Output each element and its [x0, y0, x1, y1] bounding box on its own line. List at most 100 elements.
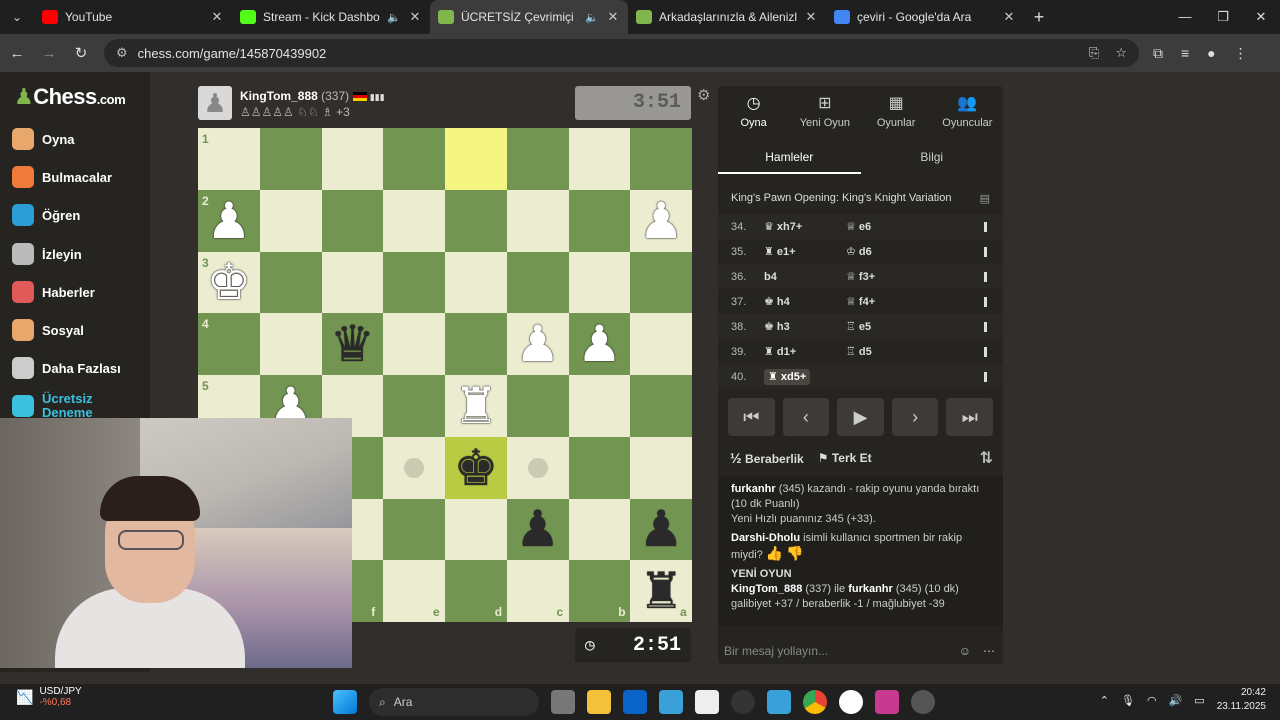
tab-moves[interactable]: Hamleler — [718, 144, 861, 174]
white-pawn[interactable]: ♟ — [198, 190, 260, 252]
board-square[interactable] — [445, 128, 507, 190]
board-square[interactable] — [630, 436, 692, 499]
bookmark-star-icon[interactable]: ☆ — [1115, 45, 1127, 61]
resign-button[interactable]: ⚑ Terk Et — [818, 451, 872, 465]
board-square[interactable] — [630, 375, 692, 437]
microphone-icon[interactable]: 🎙 — [1121, 694, 1135, 707]
tab-audio-icon[interactable]: 🔈 — [387, 11, 401, 24]
chess-logo[interactable]: ♟Chess.com — [14, 84, 126, 110]
white-move[interactable]: ♚ h4 — [764, 295, 846, 308]
board-square[interactable] — [630, 128, 692, 190]
settings-icon[interactable] — [911, 690, 935, 714]
board-square[interactable] — [445, 251, 507, 314]
install-app-icon[interactable]: ⎘ — [1089, 45, 1099, 61]
sidebar-item[interactable]: Daha Fazlası — [12, 357, 121, 379]
black-move[interactable]: ♕ f3+ — [846, 270, 928, 283]
board-square[interactable] — [259, 313, 322, 375]
board-square[interactable] — [383, 498, 445, 561]
volume-icon[interactable]: 🔊 — [1169, 694, 1183, 707]
browser-tab[interactable]: çeviri - Google'da Ara ✕ — [826, 0, 1024, 34]
taskbar-search[interactable]: ⌕ Ara — [369, 688, 539, 716]
black-pawn[interactable]: ♟ — [507, 499, 569, 561]
white-move[interactable]: ♛ xh7+ — [764, 220, 846, 233]
white-move[interactable]: b4 — [764, 271, 846, 283]
extensions-icon[interactable]: ⧉ — [1153, 45, 1163, 62]
panel-tab[interactable]: ⊞ Yeni Oyun — [789, 86, 860, 136]
sidebar-item[interactable]: Haberler — [12, 281, 95, 303]
browser-menu-icon[interactable]: ⋮ — [1234, 45, 1248, 62]
panel-tab[interactable]: 👥 Oyuncular — [932, 86, 1003, 136]
battery-icon[interactable]: ▭ — [1194, 694, 1204, 707]
outlook-icon[interactable] — [623, 690, 647, 714]
board-square[interactable] — [259, 189, 322, 252]
tab-audio-icon[interactable]: 🔈 — [585, 11, 599, 24]
url-omnibox[interactable]: ⚙ chess.com/game/145870439902 ⎘ ☆ — [104, 39, 1139, 67]
site-info-icon[interactable]: ⚙ — [116, 45, 128, 61]
board-square[interactable] — [383, 313, 445, 375]
prev-move-button[interactable]: ‹ — [782, 398, 830, 436]
sidebar-item[interactable]: Ücretsiz Deneme — [12, 392, 112, 420]
board-square[interactable] — [259, 128, 322, 190]
browser-tab[interactable]: Arkadaşlarınızla & Ailenizle Ücr ✕ — [628, 0, 826, 34]
board-square[interactable] — [568, 436, 631, 499]
chat-more-icon[interactable]: ⋯ — [983, 644, 995, 658]
media-control-icon[interactable]: ≡ — [1181, 45, 1189, 62]
tab-close-icon[interactable]: ✕ — [606, 9, 620, 25]
browser-tab[interactable]: Stream - Kick Dashboard 🔈 ✕ — [232, 0, 430, 34]
stock-widget[interactable]: 📉 USD/JPY -%0,68 — [16, 686, 82, 708]
sidebar-item[interactable]: Öğren — [12, 204, 80, 226]
sidebar-item[interactable]: Sosyal — [12, 319, 84, 341]
notepad-icon[interactable] — [695, 690, 719, 714]
board-square[interactable] — [321, 251, 384, 314]
tab-info[interactable]: Bilgi — [861, 144, 1004, 174]
board-square[interactable] — [445, 189, 507, 252]
new-tab-button[interactable]: + — [1024, 7, 1054, 28]
board-square[interactable] — [383, 251, 445, 314]
board-square[interactable] — [445, 313, 507, 375]
white-move[interactable]: ♜ xd5+ — [764, 369, 846, 385]
black-move[interactable]: ♔ d6 — [846, 245, 928, 258]
board-square[interactable] — [383, 375, 445, 437]
thumbs-down-icon[interactable]: 👎 — [786, 545, 803, 561]
black-move[interactable]: ♕ f4+ — [846, 295, 928, 308]
board-square[interactable] — [630, 313, 692, 375]
emoji-icon[interactable]: ☺ — [959, 644, 971, 658]
white-king[interactable]: ♚ — [198, 252, 260, 314]
board-square[interactable] — [321, 189, 384, 252]
board-square[interactable] — [506, 251, 569, 314]
board-settings-gear-icon[interactable]: ⚙ — [697, 86, 710, 104]
close-window-icon[interactable]: ✕ — [1242, 9, 1280, 25]
board-square[interactable] — [568, 375, 631, 437]
board-square[interactable] — [506, 375, 569, 437]
white-pawn[interactable]: ♟ — [507, 313, 569, 375]
sidebar-item[interactable]: Bulmacalar — [12, 166, 112, 188]
opponent-name[interactable]: KingTom_888 (337) ▮▮▮ — [240, 89, 385, 103]
first-move-button[interactable]: ⏮ — [728, 398, 775, 436]
board-square[interactable] — [445, 498, 507, 561]
panel-tab[interactable]: ▦ Oyunlar — [861, 86, 932, 136]
board-square[interactable] — [506, 189, 569, 252]
white-pawn[interactable]: ♟ — [630, 190, 692, 252]
snipping-tool-icon[interactable] — [875, 690, 899, 714]
tab-close-icon[interactable]: ✕ — [1002, 9, 1016, 25]
book-icon[interactable]: ▤ — [980, 192, 990, 205]
board-square[interactable] — [259, 251, 322, 314]
board-square[interactable] — [321, 128, 384, 190]
tab-close-icon[interactable]: ✕ — [804, 9, 818, 25]
browser-tab[interactable]: ÜCRETSİZ Çevrimiçi Satranç 🔈 ✕ — [430, 0, 628, 34]
move-hint-dot[interactable] — [527, 457, 548, 478]
back-arrow-icon[interactable]: ← — [8, 45, 26, 62]
black-pawn[interactable]: ♟ — [630, 499, 692, 561]
taskbar-clock[interactable]: 20:42 23.11.2025 — [1217, 686, 1266, 714]
white-rook[interactable]: ♜ — [445, 375, 507, 437]
tab-close-icon[interactable]: ✕ — [408, 9, 422, 25]
move-hint-dot[interactable] — [404, 457, 425, 478]
forward-arrow-icon[interactable]: → — [40, 45, 58, 62]
last-move-button[interactable]: ⏭ — [946, 398, 993, 436]
board-square[interactable] — [383, 189, 445, 252]
obs-icon[interactable] — [731, 690, 755, 714]
yandex-icon[interactable] — [839, 690, 863, 714]
next-move-button[interactable]: › — [891, 398, 939, 436]
minimize-icon[interactable]: — — [1166, 9, 1204, 25]
store-icon[interactable] — [659, 690, 683, 714]
